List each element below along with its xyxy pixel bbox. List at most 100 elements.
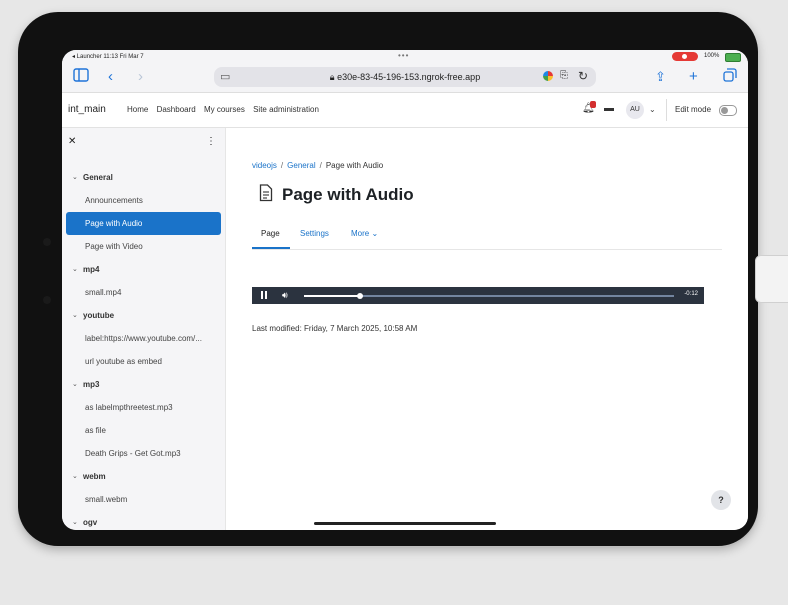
breadcrumb: videojs / General / Page with Audio	[252, 161, 384, 170]
last-modified: Last modified: Friday, 7 March 2025, 10:…	[252, 324, 418, 333]
pause-icon[interactable]	[261, 291, 267, 299]
tabs-icon[interactable]	[723, 68, 737, 87]
section-webm[interactable]: ⌄ webm	[62, 465, 225, 488]
page-document-icon	[259, 184, 273, 202]
site-navbar: int_main Home Dashboard My courses Site …	[62, 93, 748, 128]
course-index-label: ogv	[83, 518, 98, 527]
tab-page[interactable]: Page	[261, 229, 280, 238]
multitask-dots-icon[interactable]: •••	[398, 51, 409, 60]
progress-fill	[304, 295, 360, 297]
status-time: 11:13	[103, 54, 118, 60]
breadcrumb-current: Page with Audio	[325, 161, 384, 170]
navbar-divider	[666, 99, 667, 121]
section-youtube[interactable]: ⌄ youtube	[62, 304, 225, 327]
user-avatar[interactable]: AU	[626, 101, 644, 119]
status-bar: ◂ Launcher 11:13 Fri Mar 7 ••• 100%	[62, 50, 748, 64]
edit-mode-toggle[interactable]	[719, 105, 737, 116]
course-index-label: youtube	[83, 311, 115, 320]
chevron-down-icon[interactable]: ⌄	[649, 105, 656, 114]
course-index: ⌄ General Announcements Page with Audio Page…	[62, 166, 225, 530]
back-to-app-link[interactable]: ◂ Launcher	[72, 54, 102, 60]
course-index-label: General	[83, 173, 113, 182]
section-mp4[interactable]: ⌄ mp4	[62, 258, 225, 281]
course-index-item[interactable]: as file	[62, 419, 225, 442]
screen: ◂ Launcher 11:13 Fri Mar 7 ••• 100% ‹ › …	[62, 50, 748, 530]
lock-icon: 🔒︎	[329, 72, 335, 82]
nav-site-administration[interactable]: Site administration	[253, 105, 319, 114]
site-brand[interactable]: int_main	[68, 104, 106, 115]
main-content: videojs / General / Page with Audio Page wit…	[226, 128, 748, 530]
progress-handle[interactable]	[356, 293, 363, 299]
nav-my-courses[interactable]: My courses	[204, 105, 245, 114]
audio-player: 🔊︎ -0:12	[252, 287, 704, 304]
course-index-label: small.webm	[85, 495, 128, 504]
remaining-time: -0:12	[684, 291, 698, 297]
reload-icon[interactable]: ↻	[578, 69, 588, 83]
notification-badge	[590, 101, 596, 108]
progress-bar[interactable]	[304, 293, 674, 299]
chevron-down-icon[interactable]: ⌄	[72, 373, 78, 396]
battery-icon	[725, 53, 741, 62]
breadcrumb-course[interactable]: videojs	[252, 161, 277, 170]
course-index-label: Page with Audio	[85, 219, 143, 228]
course-index-label: webm	[83, 472, 106, 481]
course-index-item[interactable]: url youtube as embed	[62, 350, 225, 373]
course-index-item[interactable]: small.mp4	[62, 281, 225, 304]
nav-home[interactable]: Home	[127, 105, 148, 114]
breadcrumb-section[interactable]: General	[287, 161, 315, 170]
chevron-down-icon[interactable]: ⌄	[72, 166, 78, 189]
tab-more[interactable]: More ⌄	[351, 229, 378, 238]
share-icon[interactable]: ⇪	[655, 68, 666, 86]
volume-icon[interactable]: 🔊︎	[282, 289, 288, 301]
edit-mode-label: Edit mode	[675, 105, 712, 114]
browser-toolbar: ‹ › ▭ 🔒︎ e30e-83-45-196-153.ngrok-free.a…	[62, 64, 748, 93]
course-index-label: mp4	[83, 265, 100, 274]
nav-dashboard[interactable]: Dashboard	[157, 105, 196, 114]
primary-navigation: Home Dashboard My courses Site administr…	[127, 105, 325, 114]
ipad-frame: ◂ Launcher 11:13 Fri Mar 7 ••• 100% ‹ › …	[18, 12, 758, 546]
close-icon[interactable]: ✕	[68, 136, 76, 147]
course-index-item[interactable]: Announcements	[62, 189, 225, 212]
course-index-label: as file	[85, 426, 106, 435]
tab-settings[interactable]: Settings	[300, 229, 329, 238]
section-general[interactable]: ⌄ General	[62, 166, 225, 189]
chevron-down-icon[interactable]: ⌄	[72, 511, 78, 530]
side-connector	[755, 255, 788, 303]
reader-mode-icon[interactable]: ⎘	[560, 70, 568, 81]
course-index-item[interactable]: as labelmpthreetest.mp3	[62, 396, 225, 419]
section-mp3[interactable]: ⌄ mp3	[62, 373, 225, 396]
back-arrow-icon[interactable]: ‹	[108, 68, 113, 86]
sensor-dot	[43, 296, 51, 304]
course-index-label: url youtube as embed	[85, 357, 162, 366]
forward-arrow-icon[interactable]: ›	[138, 68, 143, 86]
course-index-item[interactable]: Page with Audio	[66, 212, 221, 235]
course-index-label: Death Grips - Get Got.mp3	[85, 449, 181, 458]
extension-icon[interactable]	[543, 71, 553, 81]
url-text: e30e-83-45-196-153.ngrok-free.app	[337, 72, 481, 82]
active-tab-indicator	[252, 247, 290, 249]
sidebar-toggle-icon[interactable]	[73, 68, 89, 87]
chevron-down-icon[interactable]: ⌄	[72, 304, 78, 327]
help-button[interactable]: ?	[711, 490, 731, 510]
address-bar[interactable]: ▭ 🔒︎ e30e-83-45-196-153.ngrok-free.app ⎘…	[214, 67, 596, 87]
course-index-label: small.mp4	[85, 288, 122, 297]
screen-record-icon	[672, 52, 698, 61]
camera-dot	[43, 238, 51, 246]
course-index-item[interactable]: label:https://www.youtube.com/...	[62, 327, 225, 350]
battery-percent: 100%	[704, 53, 720, 59]
messages-icon[interactable]: ▬	[604, 103, 614, 114]
new-tab-icon[interactable]: +	[689, 68, 698, 86]
kebab-menu-icon[interactable]: ⋮	[206, 136, 216, 147]
course-index-label: Announcements	[85, 196, 143, 205]
course-index-drawer: ✕ ⋮ ⌄ General Announcements Page with Audio…	[62, 128, 226, 530]
course-index-item[interactable]: small.webm	[62, 488, 225, 511]
section-ogv[interactable]: ⌄ ogv	[62, 511, 225, 530]
course-index-label: as labelmpthreetest.mp3	[85, 403, 173, 412]
course-index-item[interactable]: Page with Video	[62, 235, 225, 258]
secondary-navigation: Page Settings More ⌄	[252, 223, 722, 250]
course-index-item[interactable]: Death Grips - Get Got.mp3	[62, 442, 225, 465]
chevron-down-icon[interactable]: ⌄	[72, 258, 78, 281]
chevron-down-icon[interactable]: ⌄	[72, 465, 78, 488]
home-indicator	[314, 522, 496, 525]
course-index-label: Page with Video	[85, 242, 143, 251]
